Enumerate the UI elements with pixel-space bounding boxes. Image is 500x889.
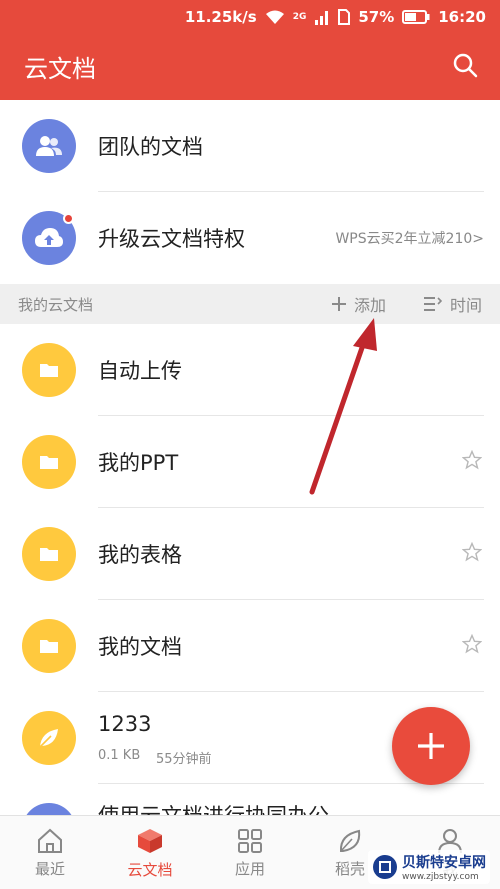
team-icon xyxy=(22,119,76,173)
nav-apps[interactable]: 应用 xyxy=(200,816,300,889)
cube-icon xyxy=(138,828,162,853)
partial-list-item[interactable]: 使用云文档进行协同办公 xyxy=(0,784,500,815)
sort-label: 时间 xyxy=(450,296,483,315)
upgrade-label: 升级云文档特权 xyxy=(98,227,245,251)
grid-icon xyxy=(238,828,262,853)
folder-icon xyxy=(22,619,76,673)
nav-cloud-docs[interactable]: 云文档 xyxy=(100,816,200,889)
sort-icon xyxy=(424,297,442,311)
watermark-name: 贝斯特安卓网 xyxy=(402,855,486,871)
clock: 16:20 xyxy=(438,7,486,26)
folder-label: 我的PPT xyxy=(98,451,179,475)
cloud-upload-icon xyxy=(22,211,76,265)
upgrade-item[interactable]: 升级云文档特权 WPS云买2年立减210> xyxy=(0,192,500,284)
nav-label: 最近 xyxy=(34,859,65,878)
folder-icon xyxy=(22,435,76,489)
watermark-url: www.zjbstyy.com xyxy=(402,872,479,882)
file-time: 55分钟前 xyxy=(156,752,212,767)
folder-item[interactable]: 我的PPT xyxy=(0,416,500,508)
folder-label: 自动上传 xyxy=(98,359,182,383)
nav-label: 稻壳 xyxy=(334,859,365,878)
sim-icon xyxy=(338,8,351,25)
folder-item[interactable]: 我的表格 xyxy=(0,508,500,600)
doc-icon xyxy=(22,803,76,815)
promo-link[interactable]: WPS云买2年立减210> xyxy=(335,228,484,248)
page-title: 云文档 xyxy=(24,55,96,83)
add-fab-button[interactable] xyxy=(392,707,470,785)
app-bar: 云文档 xyxy=(0,33,500,100)
sort-button[interactable]: 时间 xyxy=(424,292,482,316)
battery-percent: 57% xyxy=(358,7,395,26)
add-label: 添加 xyxy=(354,296,387,315)
partial-item-label: 使用云文档进行协同办公 xyxy=(98,800,329,815)
plus-icon xyxy=(332,297,346,311)
folder-item[interactable]: 自动上传 xyxy=(0,324,500,416)
battery-icon xyxy=(402,9,430,24)
notification-dot xyxy=(63,213,74,224)
add-button[interactable]: 添加 xyxy=(332,292,386,316)
status-bar: 11.25k/s 2G 57% 16:20 xyxy=(0,0,500,33)
section-title: 我的云文档 xyxy=(18,295,94,314)
plus-icon xyxy=(418,733,444,759)
wifi-icon xyxy=(265,9,285,25)
leaf-icon xyxy=(339,829,361,852)
nav-label: 云文档 xyxy=(127,860,173,879)
signal-icon xyxy=(314,9,330,25)
nav-recent[interactable]: 最近 xyxy=(0,816,100,889)
team-docs-item[interactable]: 团队的文档 xyxy=(0,100,500,192)
folder-icon xyxy=(22,527,76,581)
network-speed: 11.25k/s xyxy=(184,7,257,26)
folder-label: 我的表格 xyxy=(98,543,182,567)
team-docs-label: 团队的文档 xyxy=(98,135,203,159)
network-type: 2G xyxy=(292,11,307,22)
watermark: 贝斯特安卓网 www.zjbstyy.com xyxy=(368,850,490,884)
star-icon[interactable] xyxy=(461,541,483,566)
search-icon[interactable] xyxy=(452,52,478,82)
star-icon[interactable] xyxy=(461,633,483,658)
house-icon xyxy=(38,828,62,853)
my-cloud-docs-header: 我的云文档 添加 时间 xyxy=(0,284,500,324)
nav-label: 应用 xyxy=(234,859,265,878)
folder-icon xyxy=(22,343,76,397)
star-icon[interactable] xyxy=(461,449,483,474)
folder-label: 我的文档 xyxy=(98,635,182,659)
logo-icon xyxy=(373,855,397,879)
leaf-file-icon xyxy=(22,711,76,765)
file-size: 0.1 KB xyxy=(98,748,141,763)
file-name: 1233 xyxy=(98,712,152,736)
folder-item[interactable]: 我的文档 xyxy=(0,600,500,692)
